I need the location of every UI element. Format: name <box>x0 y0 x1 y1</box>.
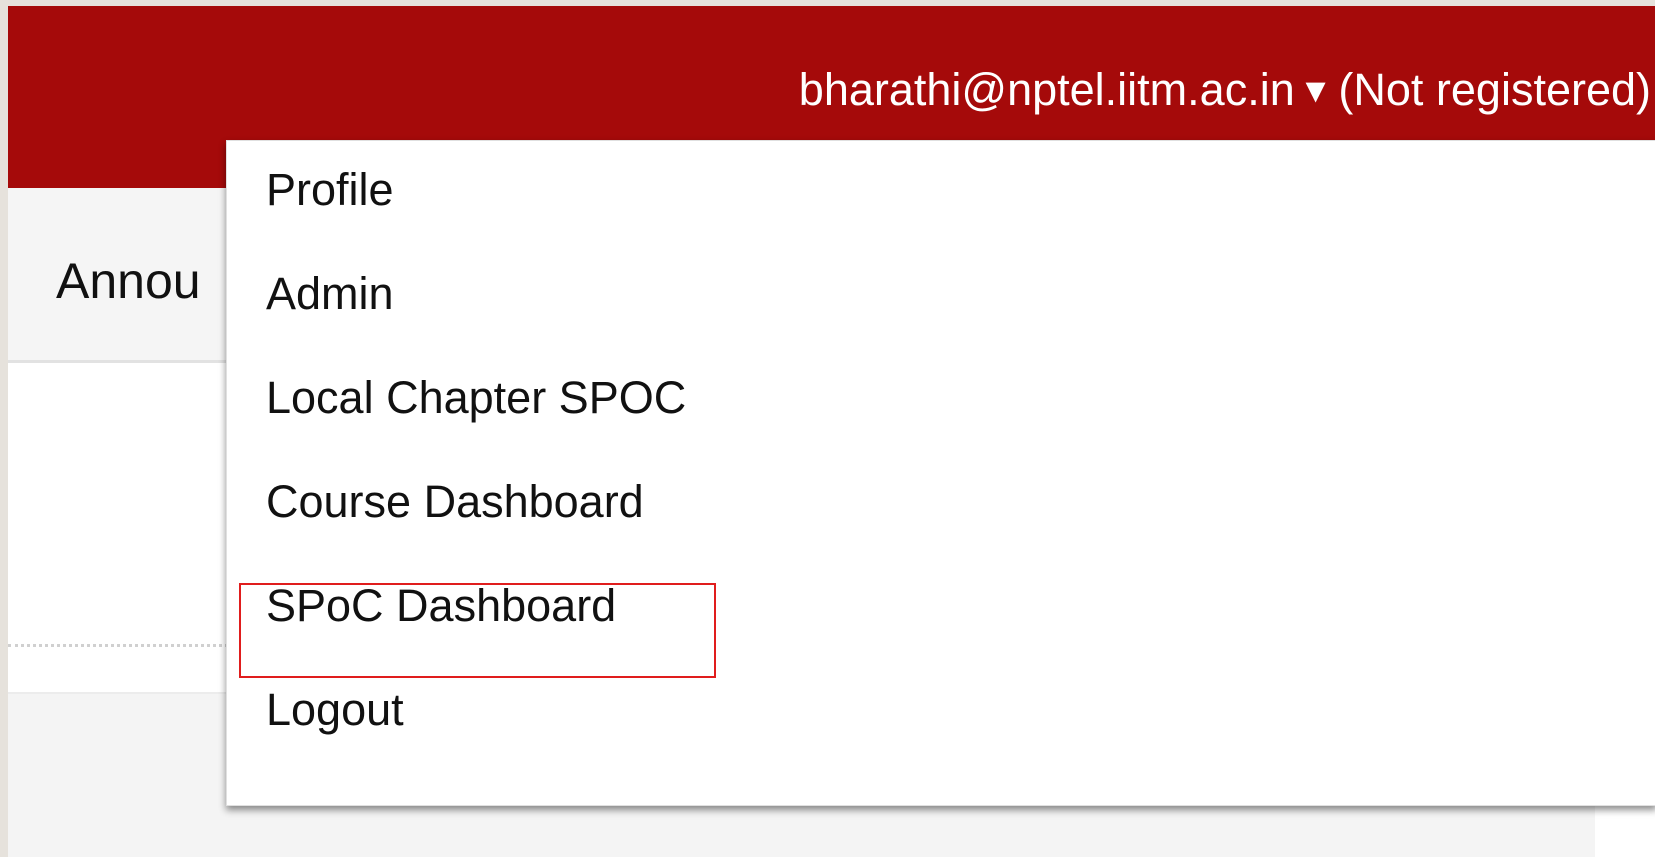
menu-item-local-chapter-spoc[interactable]: Local Chapter SPOC <box>266 372 686 424</box>
page: bharathi@nptel.iitm.ac.in ▼ (Not registere… <box>8 6 1655 857</box>
tab-announcements[interactable]: Annou <box>56 252 201 310</box>
registration-status: (Not registered) <box>1338 64 1651 115</box>
menu-item-profile[interactable]: Profile <box>266 164 394 216</box>
user-menu-trigger[interactable]: bharathi@nptel.iitm.ac.in ▼ (Not registere… <box>799 64 1651 117</box>
dropdown-caret-icon: ▼ <box>1298 72 1333 110</box>
menu-item-spoc-dashboard[interactable]: SPoC Dashboard <box>266 580 616 632</box>
user-email: bharathi@nptel.iitm.ac.in <box>798 64 1295 115</box>
menu-item-logout[interactable]: Logout <box>266 684 404 736</box>
menu-item-course-dashboard[interactable]: Course Dashboard <box>266 476 644 528</box>
dotted-divider <box>8 644 228 647</box>
menu-item-admin[interactable]: Admin <box>266 268 394 320</box>
user-dropdown-menu: Profile Admin Local Chapter SPOC Course … <box>226 140 1655 806</box>
